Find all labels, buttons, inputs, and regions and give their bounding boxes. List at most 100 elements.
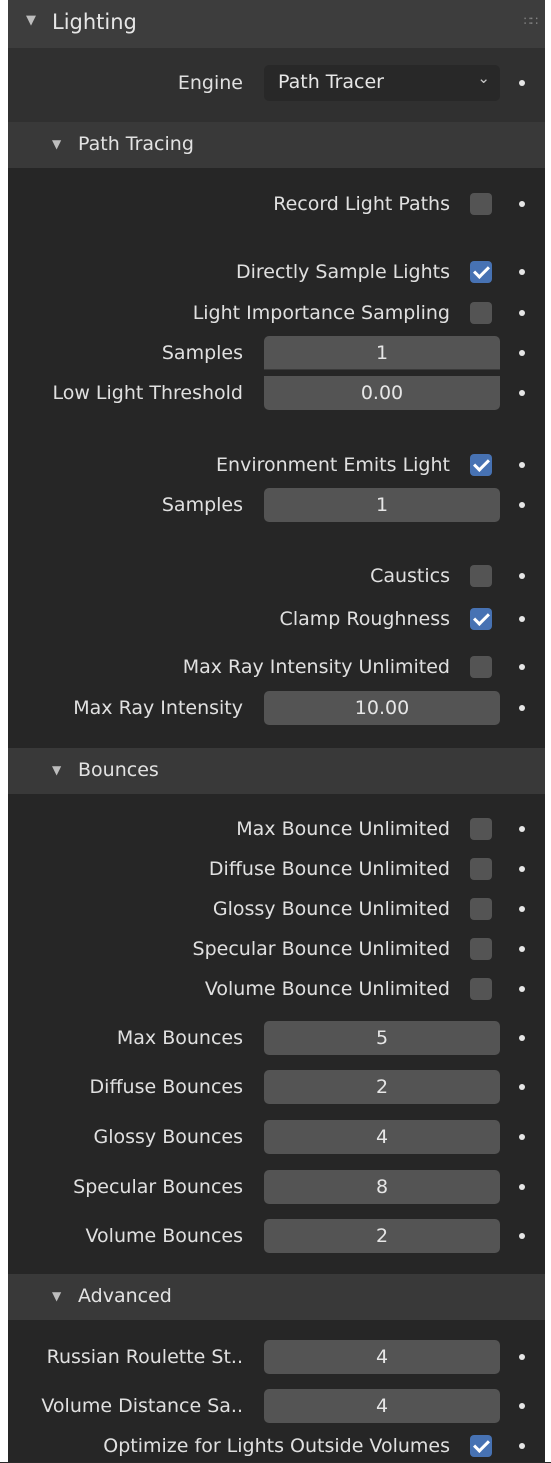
record-light-paths-checkbox[interactable] <box>470 193 492 215</box>
specular-bounces-field[interactable]: 8 <box>264 1170 500 1204</box>
subpanel-title: Bounces <box>78 759 159 781</box>
animate-property-dot[interactable] <box>519 664 525 670</box>
subpanel-title: Advanced <box>78 1285 172 1307</box>
max-ray-intensity-field[interactable]: 10.00 <box>264 691 500 725</box>
volume-distance-row: Volume Distance Sa.. 4 <box>8 1389 545 1423</box>
glossy-bounce-unlimited-checkbox[interactable] <box>470 898 492 920</box>
light-importance-sampling-checkbox[interactable] <box>470 302 492 324</box>
animate-property-dot[interactable] <box>519 866 525 872</box>
environment-emits-light-row: Environment Emits Light <box>8 448 545 482</box>
engine-value: Path Tracer <box>278 71 384 93</box>
optimize-lights-checkbox[interactable] <box>470 1435 492 1457</box>
animate-property-dot[interactable] <box>519 310 525 316</box>
collapse-triangle-icon[interactable]: ▼ <box>26 13 36 28</box>
advanced-header[interactable]: ▼ Advanced <box>8 1274 545 1320</box>
animate-property-dot[interactable] <box>519 390 525 396</box>
directly-sample-lights-checkbox[interactable] <box>470 261 492 283</box>
specular-bounce-unlimited-row: Specular Bounce Unlimited <box>8 932 545 966</box>
samples-field[interactable]: 1 <box>264 336 500 370</box>
russian-roulette-field[interactable]: 4 <box>264 1340 500 1374</box>
low-light-threshold-field[interactable]: 0.00 <box>264 376 500 410</box>
caustics-checkbox[interactable] <box>470 565 492 587</box>
volume-bounce-unlimited-checkbox[interactable] <box>470 978 492 1000</box>
diffuse-bounces-label: Diffuse Bounces <box>89 1076 243 1098</box>
max-ray-intensity-row: Max Ray Intensity 10.00 <box>8 691 545 725</box>
caustics-row: Caustics <box>8 559 545 593</box>
max-bounces-field[interactable]: 5 <box>264 1021 500 1055</box>
env-samples-field[interactable]: 1 <box>264 488 500 522</box>
animate-property-dot[interactable] <box>519 1035 525 1041</box>
optimize-lights-row: Optimize for Lights Outside Volumes <box>8 1429 545 1463</box>
max-bounce-unlimited-checkbox[interactable] <box>470 818 492 840</box>
animate-property-dot[interactable] <box>519 1403 525 1409</box>
panel-title: Lighting <box>52 10 137 34</box>
max-ray-intensity-unlimited-checkbox[interactable] <box>470 656 492 678</box>
optimize-lights-label: Optimize for Lights Outside Volumes <box>103 1435 450 1457</box>
specular-bounce-unlimited-label: Specular Bounce Unlimited <box>192 938 450 960</box>
light-importance-sampling-row: Light Importance Sampling <box>8 296 545 330</box>
max-bounces-row: Max Bounces 5 <box>8 1021 545 1055</box>
lighting-panel-header[interactable]: ▼ Lighting ∷∷ <box>8 0 545 48</box>
light-importance-sampling-label: Light Importance Sampling <box>192 302 450 324</box>
animate-property-dot[interactable] <box>519 1184 525 1190</box>
animate-property-dot[interactable] <box>519 502 525 508</box>
chevron-down-icon: ⌄ <box>477 69 490 87</box>
russian-roulette-label: Russian Roulette St.. <box>46 1346 243 1368</box>
animate-property-dot[interactable] <box>519 616 525 622</box>
animate-property-dot[interactable] <box>519 1084 525 1090</box>
animate-property-dot[interactable] <box>519 1233 525 1239</box>
animate-property-dot[interactable] <box>519 986 525 992</box>
animate-property-dot[interactable] <box>519 269 525 275</box>
glossy-bounce-unlimited-row: Glossy Bounce Unlimited <box>8 892 545 926</box>
volume-bounces-field[interactable]: 2 <box>264 1219 500 1253</box>
animate-property-dot[interactable] <box>519 350 525 356</box>
low-light-threshold-row: Low Light Threshold 0.00 <box>8 376 545 410</box>
path-tracing-header[interactable]: ▼ Path Tracing <box>8 122 545 168</box>
specular-bounces-label: Specular Bounces <box>73 1176 243 1198</box>
volume-distance-label: Volume Distance Sa.. <box>41 1395 243 1417</box>
caustics-label: Caustics <box>370 565 450 587</box>
environment-emits-light-checkbox[interactable] <box>470 454 492 476</box>
specular-bounces-row: Specular Bounces 8 <box>8 1170 545 1204</box>
diffuse-bounce-unlimited-row: Diffuse Bounce Unlimited <box>8 852 545 886</box>
env-samples-label: Samples <box>161 494 243 516</box>
right-border <box>545 0 551 1462</box>
clamp-roughness-checkbox[interactable] <box>470 608 492 630</box>
animate-property-dot[interactable] <box>519 201 525 207</box>
glossy-bounce-unlimited-label: Glossy Bounce Unlimited <box>212 898 450 920</box>
clamp-roughness-label: Clamp Roughness <box>279 608 450 630</box>
diffuse-bounce-unlimited-checkbox[interactable] <box>470 858 492 880</box>
collapse-triangle-icon[interactable]: ▼ <box>52 1289 61 1303</box>
collapse-triangle-icon[interactable]: ▼ <box>52 137 61 151</box>
samples-row: Samples 1 <box>8 336 545 370</box>
diffuse-bounces-field[interactable]: 2 <box>264 1070 500 1104</box>
glossy-bounces-field[interactable]: 4 <box>264 1120 500 1154</box>
animate-property-dot[interactable] <box>519 1354 525 1360</box>
animate-property-dot[interactable] <box>519 705 525 711</box>
collapse-triangle-icon[interactable]: ▼ <box>52 763 61 777</box>
animate-property-dot[interactable] <box>519 462 525 468</box>
volume-bounces-label: Volume Bounces <box>85 1225 243 1247</box>
drag-grip-icon[interactable]: ∷∷ <box>524 14 538 28</box>
animate-property-dot[interactable] <box>519 80 525 86</box>
animate-property-dot[interactable] <box>519 1443 525 1449</box>
bounces-header[interactable]: ▼ Bounces <box>8 748 545 794</box>
volume-distance-field[interactable]: 4 <box>264 1389 500 1423</box>
diffuse-bounces-row: Diffuse Bounces 2 <box>8 1070 545 1104</box>
specular-bounce-unlimited-checkbox[interactable] <box>470 938 492 960</box>
engine-dropdown[interactable]: Path Tracer ⌄ <box>264 65 500 101</box>
max-bounces-label: Max Bounces <box>116 1027 243 1049</box>
glossy-bounces-row: Glossy Bounces 4 <box>8 1120 545 1154</box>
directly-sample-lights-row: Directly Sample Lights <box>8 255 545 289</box>
max-ray-intensity-label: Max Ray Intensity <box>73 697 243 719</box>
environment-emits-light-label: Environment Emits Light <box>216 454 450 476</box>
russian-roulette-row: Russian Roulette St.. 4 <box>8 1340 545 1374</box>
volume-bounce-unlimited-label: Volume Bounce Unlimited <box>204 978 450 1000</box>
env-samples-row: Samples 1 <box>8 488 545 522</box>
animate-property-dot[interactable] <box>519 573 525 579</box>
animate-property-dot[interactable] <box>519 906 525 912</box>
animate-property-dot[interactable] <box>519 826 525 832</box>
volume-bounces-row: Volume Bounces 2 <box>8 1219 545 1253</box>
animate-property-dot[interactable] <box>519 1134 525 1140</box>
animate-property-dot[interactable] <box>519 946 525 952</box>
